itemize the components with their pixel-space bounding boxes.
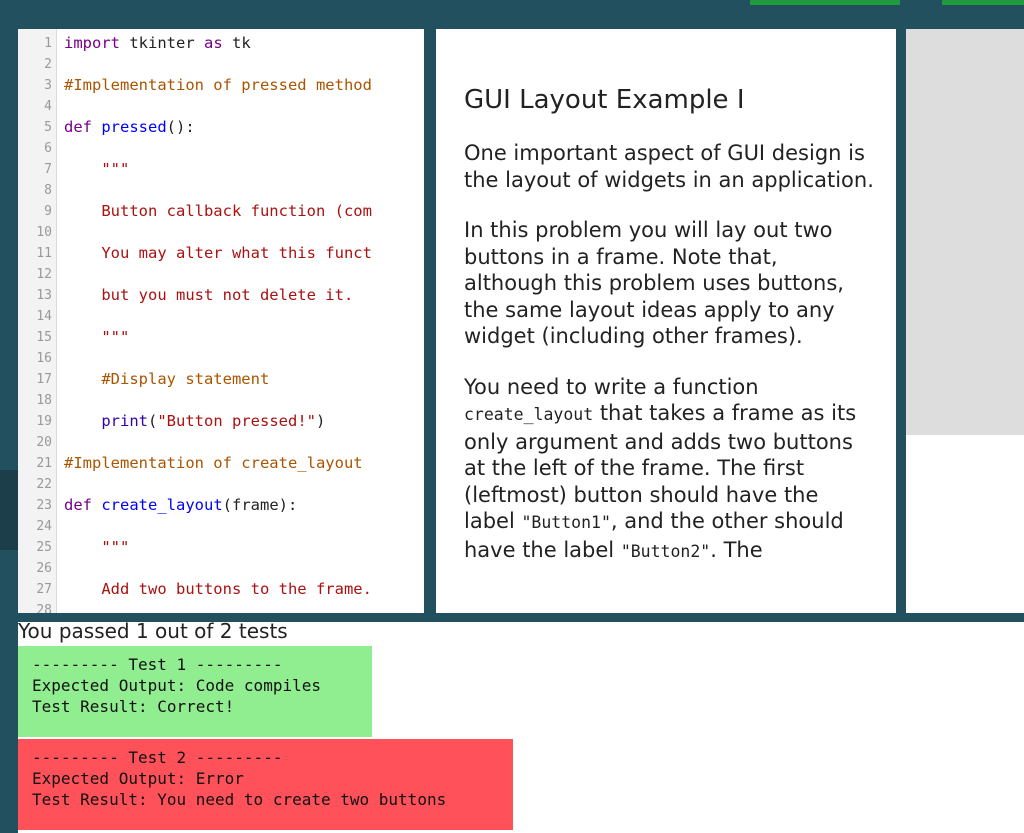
line-number: 18 xyxy=(36,393,52,408)
code-line[interactable]: 25 """ xyxy=(18,537,424,558)
line-number: 24 xyxy=(36,519,52,534)
line-number: 5 xyxy=(44,120,52,135)
line-number: 16 xyxy=(36,351,52,366)
code-text[interactable]: Add two buttons to the frame. xyxy=(64,579,372,600)
line-number: 10 xyxy=(36,225,52,240)
test-header: --------- Test 1 --------- xyxy=(32,655,283,674)
line-number: 9 xyxy=(44,204,52,219)
code-line[interactable]: 22 xyxy=(18,474,424,495)
problem-description: GUI Layout Example I One important aspec… xyxy=(436,29,896,613)
line-number: 14 xyxy=(36,309,52,324)
results-summary: You passed 1 out of 2 tests xyxy=(18,619,288,643)
code-line[interactable]: 12 xyxy=(18,264,424,285)
line-number: 6 xyxy=(44,141,52,156)
side-panel-lower xyxy=(906,435,1024,613)
line-number: 28 xyxy=(36,603,52,613)
code-line[interactable]: 17 #Display statement xyxy=(18,369,424,390)
test-result: Test Result: You need to create two butt… xyxy=(32,790,447,809)
code-line[interactable]: 3 #Implementation of pressed method xyxy=(18,75,424,96)
line-number: 22 xyxy=(36,477,52,492)
line-number: 26 xyxy=(36,561,52,576)
line-number: 23 xyxy=(36,498,52,513)
code-line[interactable]: 16 xyxy=(18,348,424,369)
code-text[interactable]: def pressed(): xyxy=(64,117,195,138)
code-line[interactable]: 10 xyxy=(18,222,424,243)
problem-title: GUI Layout Example I xyxy=(464,85,745,115)
code-line[interactable]: 8 xyxy=(18,180,424,201)
line-number: 25 xyxy=(36,540,52,555)
code-text[interactable]: def create_layout(frame): xyxy=(64,495,297,516)
code-text[interactable]: print("Button pressed!") xyxy=(64,411,325,432)
line-number: 3 xyxy=(44,78,52,93)
line-number: 27 xyxy=(36,582,52,597)
test-header: --------- Test 2 --------- xyxy=(32,748,283,767)
p3-text-a: You need to write a function xyxy=(464,374,759,399)
button1-label-code: "Button1" xyxy=(521,513,611,532)
code-line[interactable]: 9 Button callback function (com xyxy=(18,201,424,222)
problem-paragraph-2: In this problem you will lay out two but… xyxy=(464,218,844,348)
code-text[interactable]: but you must not delete it. xyxy=(64,285,353,306)
code-text[interactable]: """ xyxy=(64,159,129,180)
line-number: 1 xyxy=(44,36,52,51)
side-panel xyxy=(906,29,1024,435)
code-line[interactable]: 20 xyxy=(18,432,424,453)
line-number: 12 xyxy=(36,267,52,282)
code-text[interactable]: You may alter what this funct xyxy=(64,243,372,264)
code-line[interactable]: 13 but you must not delete it. xyxy=(18,285,424,306)
code-line[interactable]: 5 def pressed(): xyxy=(18,117,424,138)
line-number: 7 xyxy=(44,162,52,177)
code-line[interactable]: 11 You may alter what this funct xyxy=(18,243,424,264)
line-number: 19 xyxy=(36,414,52,429)
code-text[interactable]: Button callback function (com xyxy=(64,201,372,222)
code-line[interactable]: 24 xyxy=(18,516,424,537)
top-green-button-2[interactable] xyxy=(942,0,1024,5)
line-number: 21 xyxy=(36,456,52,471)
code-line[interactable]: 19 print("Button pressed!") xyxy=(18,411,424,432)
code-text[interactable]: """ xyxy=(64,327,129,348)
problem-paragraph-3: You need to write a function create_layou… xyxy=(464,374,874,566)
button2-label-code: "Button2" xyxy=(620,541,711,561)
line-number: 8 xyxy=(44,183,52,198)
line-number: 11 xyxy=(36,246,52,261)
test-expected: Expected Output: Error xyxy=(32,769,244,788)
line-number: 4 xyxy=(44,99,52,114)
code-text[interactable]: import tkinter as tk xyxy=(64,33,251,54)
line-number: 17 xyxy=(36,372,52,387)
code-text[interactable]: #Implementation of pressed method xyxy=(64,75,372,96)
top-green-button-1[interactable] xyxy=(750,0,900,5)
code-line[interactable]: 7 """ xyxy=(18,159,424,180)
code-text[interactable]: """ xyxy=(64,537,129,558)
code-line[interactable]: 28 xyxy=(18,600,424,613)
test-expected: Expected Output: Code compiles xyxy=(32,676,321,695)
code-line[interactable]: 15 """ xyxy=(18,327,424,348)
code-line[interactable]: 27 Add two buttons to the frame. xyxy=(18,579,424,600)
code-line[interactable]: 21 #Implementation of create_layout xyxy=(18,453,424,474)
code-line[interactable]: 14 xyxy=(18,306,424,327)
code-line[interactable]: 1 import tkinter as tk xyxy=(18,33,424,54)
test-results: You passed 1 out of 2 tests --------- Te… xyxy=(18,619,1024,833)
line-number: 2 xyxy=(44,57,52,72)
code-line[interactable]: 26 xyxy=(18,558,424,579)
left-edge-strip xyxy=(0,470,18,550)
test-1-passed: --------- Test 1 --------- Expected Outp… xyxy=(18,646,372,737)
code-line[interactable]: 4 xyxy=(18,96,424,117)
test-result: Test Result: Correct! xyxy=(32,697,235,716)
function-name-code: create_layout xyxy=(464,405,594,424)
p3-text-d: . The xyxy=(710,537,763,562)
code-line[interactable]: 2 xyxy=(18,54,424,75)
code-text[interactable]: #Implementation of create_layout xyxy=(64,453,372,474)
problem-paragraph-1: One important aspect of GUI design is th… xyxy=(464,141,874,192)
code-text[interactable]: #Display statement xyxy=(64,369,269,390)
code-line[interactable]: 6 xyxy=(18,138,424,159)
line-number: 13 xyxy=(36,288,52,303)
test-2-failed: --------- Test 2 --------- Expected Outp… xyxy=(18,739,513,830)
code-line[interactable]: 18 xyxy=(18,390,424,411)
line-number: 20 xyxy=(36,435,52,450)
line-number: 15 xyxy=(36,330,52,345)
code-line[interactable]: 23 def create_layout(frame): xyxy=(18,495,424,516)
code-editor[interactable]: 1 import tkinter as tk 2 3 #Implementation o… xyxy=(18,29,424,613)
